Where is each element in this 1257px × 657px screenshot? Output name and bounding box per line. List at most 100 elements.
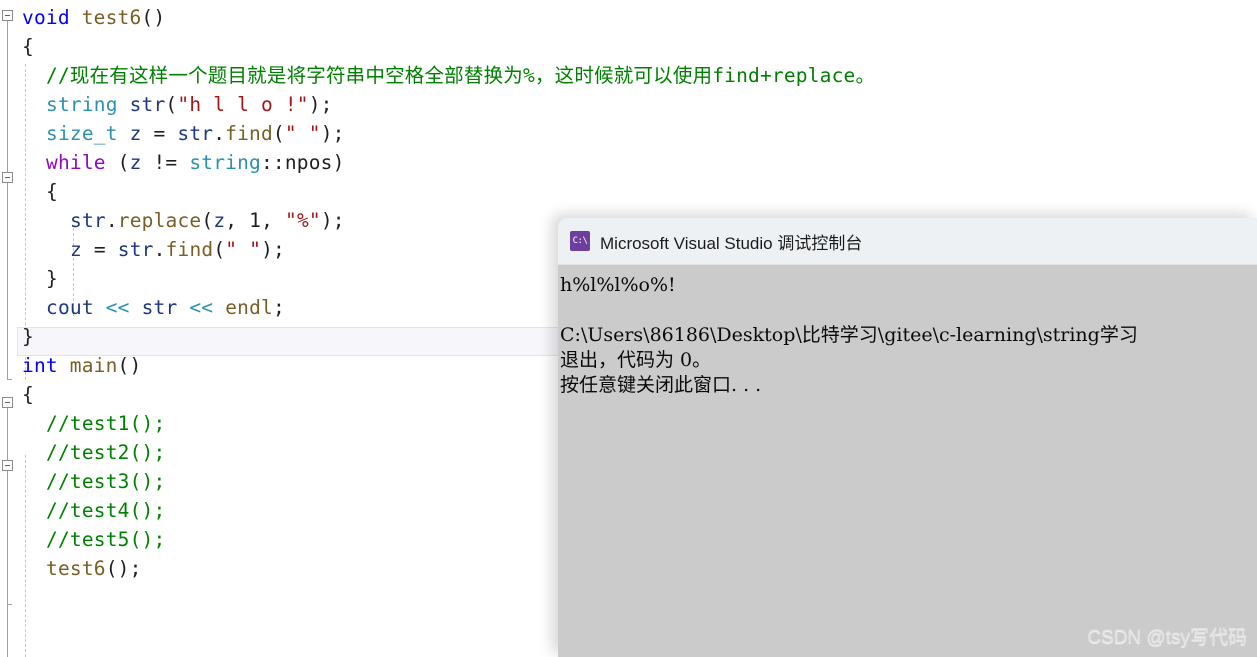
collapse-toggle-while[interactable]: [2, 172, 13, 183]
screenshot-root: void test6(){//现在有这样一个题目就是将字符串中空格全部替换为%，…: [0, 0, 1257, 657]
code-token: " ": [284, 122, 321, 145]
code-line[interactable]: void test6(): [16, 3, 165, 32]
code-token: z: [129, 122, 142, 145]
code-token: str: [70, 209, 106, 232]
code-token: ();: [105, 557, 142, 580]
code-line[interactable]: string str("h l l o !");: [16, 90, 333, 119]
code-line[interactable]: }: [16, 322, 34, 351]
code-token: }: [22, 325, 34, 348]
outline-end-inner-main: [7, 604, 12, 605]
console-line: 退出，代码为 0。: [560, 349, 712, 371]
outline-end-test6: [7, 379, 12, 380]
console-line: C:\Users\86186\Desktop\比特学习\gitee\c-lear…: [560, 324, 1138, 346]
code-token: size_t: [46, 122, 118, 145]
code-token: ): [332, 151, 345, 174]
code-token: cout: [46, 296, 94, 319]
code-line[interactable]: //现在有这样一个题目就是将字符串中空格全部替换为%，这时候就可以使用find+…: [16, 61, 875, 90]
code-line[interactable]: {: [16, 177, 58, 206]
code-token: find: [225, 122, 273, 145]
code-line[interactable]: while (z != string::npos): [16, 148, 345, 177]
code-line[interactable]: cout << str << endl;: [16, 293, 285, 322]
code-token: //test1();: [46, 412, 166, 435]
code-token: find: [165, 238, 214, 261]
code-token: string: [189, 151, 261, 174]
code-token: //现在有这样一个题目就是将字符串中空格全部替换为%，这时候就可以使用find+…: [46, 64, 876, 87]
code-token: "h l l o !": [177, 93, 309, 116]
code-token: //test2();: [46, 441, 166, 464]
code-line[interactable]: test6();: [16, 554, 142, 583]
code-token: {: [22, 35, 34, 58]
code-token: .: [153, 238, 166, 261]
code-token: }: [46, 267, 58, 290]
code-token: int: [22, 354, 58, 377]
code-line[interactable]: z = str.find(" ");: [16, 235, 285, 264]
editor-outlining-gutter[interactable]: [0, 0, 16, 657]
code-token: test6: [81, 6, 142, 29]
code-token: main: [69, 354, 118, 377]
code-token: ;: [272, 296, 285, 319]
code-line[interactable]: {: [16, 380, 34, 409]
collapse-toggle-main[interactable]: [2, 397, 13, 408]
console-titlebar[interactable]: C:\ Microsoft Visual Studio 调试控制台: [558, 218, 1257, 265]
code-token: ::: [260, 151, 285, 174]
code-token: str: [177, 122, 214, 145]
code-line[interactable]: int main(): [16, 351, 141, 380]
code-line[interactable]: //test4();: [16, 496, 165, 525]
console-output[interactable]: h%l%l%o%! C:\Users\86186\Desktop\比特学习\git…: [558, 265, 1257, 657]
code-line[interactable]: //test5();: [16, 525, 165, 554]
code-token: =: [81, 238, 118, 261]
code-token: (: [272, 122, 285, 145]
console-line: h%l%l%o%!: [560, 274, 676, 296]
code-line[interactable]: }: [16, 264, 58, 293]
code-line[interactable]: //test1();: [16, 409, 165, 438]
console-app-icon: C:\: [570, 231, 590, 251]
console-line: 按任意键关闭此窗口. . .: [560, 374, 762, 396]
code-token: z: [213, 209, 226, 232]
code-token: void: [22, 6, 70, 29]
code-token: {: [46, 180, 58, 203]
console-title: Microsoft Visual Studio 调试控制台: [600, 233, 863, 253]
code-line[interactable]: //test2();: [16, 438, 165, 467]
code-token: );: [320, 122, 345, 145]
code-token: (: [165, 93, 178, 116]
code-token: .: [213, 122, 226, 145]
code-token: str: [129, 93, 166, 116]
outline-bar-main: [7, 408, 8, 657]
code-token: =: [141, 122, 178, 145]
code-line[interactable]: {: [16, 32, 34, 61]
collapse-toggle-inner-main[interactable]: [2, 460, 13, 471]
code-token: .: [105, 209, 118, 232]
code-token: test6: [46, 557, 106, 580]
code-line[interactable]: size_t z = str.find(" ");: [16, 119, 345, 148]
code-token: (): [141, 6, 166, 29]
code-token: ,: [225, 209, 250, 232]
code-token: replace: [117, 209, 202, 232]
code-token: //test5();: [46, 528, 166, 551]
code-line[interactable]: str.replace(z, 1, "%");: [16, 206, 345, 235]
code-token: {: [22, 383, 34, 406]
code-token: !=: [141, 151, 190, 174]
code-token: );: [261, 238, 285, 261]
console-app-icon-glyph: C:\: [572, 235, 588, 246]
code-token: );: [320, 209, 345, 232]
code-token: npos: [284, 151, 333, 174]
code-line[interactable]: //test3();: [16, 467, 165, 496]
code-token: <<: [189, 296, 214, 319]
code-token: z: [70, 238, 82, 261]
code-token: str: [141, 296, 178, 319]
code-token: while: [46, 151, 106, 174]
code-token: z: [129, 151, 142, 174]
collapse-toggle-test6[interactable]: [2, 10, 13, 21]
code-token: str: [117, 238, 154, 261]
debug-console-window[interactable]: C:\ Microsoft Visual Studio 调试控制台 h%l%l%…: [558, 218, 1257, 657]
code-token: endl: [225, 296, 273, 319]
code-token: //test4();: [46, 499, 166, 522]
code-token: 1: [249, 209, 262, 232]
